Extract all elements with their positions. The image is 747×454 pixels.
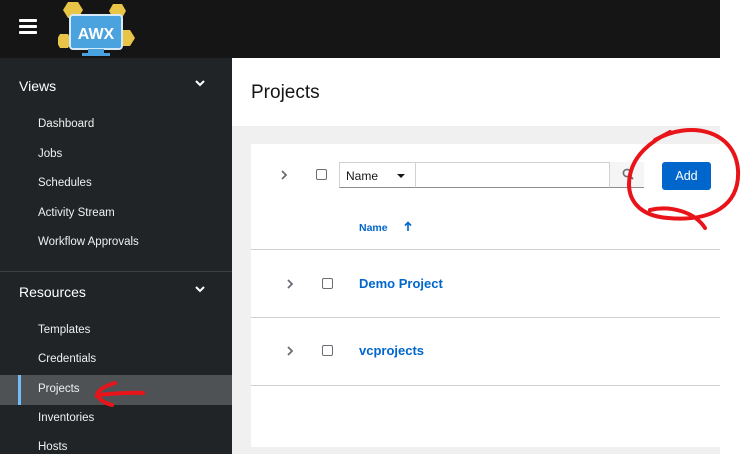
row-select-checkbox[interactable] (322, 278, 333, 289)
sidebar-nav: Views Dashboard Jobs Schedules Activity … (0, 58, 232, 454)
sidebar-item-label: Jobs (38, 148, 63, 160)
select-all-checkbox[interactable] (316, 169, 327, 180)
search-icon (622, 168, 634, 180)
sidebar-item-label: Credentials (38, 353, 97, 365)
search-input[interactable] (416, 162, 610, 188)
chevron-down-icon (195, 286, 205, 293)
sidebar-item-label: Inventories (38, 412, 95, 424)
masthead: AWX (0, 0, 720, 58)
sidebar-item-schedules[interactable]: Schedules (0, 169, 232, 199)
table-row: vcprojects (251, 318, 720, 385)
sidebar-item-label: Hosts (38, 441, 68, 453)
awx-logo[interactable]: AWX (56, 0, 140, 58)
table-row: Demo Project (251, 250, 720, 317)
search-button[interactable] (610, 162, 644, 188)
nav-group-views-label: Views (19, 78, 57, 94)
sidebar-item-inventories[interactable]: Inventories (0, 404, 232, 434)
main-content: Projects Name Add Name Demo Project vcpr… (232, 58, 720, 454)
sort-ascending-icon[interactable] (404, 221, 412, 232)
sidebar-item-templates[interactable]: Templates (0, 316, 232, 346)
row-select-checkbox[interactable] (322, 345, 333, 356)
caret-down-icon (397, 174, 405, 178)
expand-row-icon[interactable] (286, 346, 294, 356)
sidebar-item-label: Projects (38, 383, 80, 395)
column-header-name[interactable]: Name (359, 222, 388, 234)
project-name-link[interactable]: vcprojects (359, 343, 424, 358)
sidebar-item-label: Workflow Approvals (38, 236, 139, 248)
sidebar-item-credentials[interactable]: Credentials (0, 345, 232, 375)
sidebar-item-label: Activity Stream (38, 207, 115, 219)
sidebar-item-dashboard[interactable]: Dashboard (0, 110, 232, 140)
sidebar-item-label: Templates (38, 324, 91, 336)
filter-key-select[interactable]: Name (339, 162, 416, 188)
logo-text: AWX (78, 26, 115, 43)
chevron-down-icon (195, 80, 205, 87)
page-title: Projects (251, 82, 320, 103)
add-button[interactable]: Add (662, 162, 711, 190)
nav-group-resources[interactable]: Resources (0, 264, 232, 320)
project-name-link[interactable]: Demo Project (359, 276, 443, 291)
nav-group-views[interactable]: Views (0, 58, 232, 114)
sidebar-item-projects[interactable]: Projects (0, 375, 232, 405)
menu-toggle-icon[interactable] (19, 19, 37, 35)
sidebar-item-hosts[interactable]: Hosts (0, 433, 232, 454)
sidebar-item-label: Schedules (38, 177, 92, 189)
projects-list-card: Name Add Name Demo Project vcprojects (251, 144, 720, 447)
sidebar-item-activity-stream[interactable]: Activity Stream (0, 199, 232, 229)
sidebar-item-label: Dashboard (38, 118, 95, 130)
page-header: Projects (232, 58, 720, 126)
nav-group-resources-label: Resources (19, 284, 86, 300)
add-button-label: Add (675, 169, 698, 183)
sidebar-item-jobs[interactable]: Jobs (0, 140, 232, 170)
sidebar-item-workflow-approvals[interactable]: Workflow Approvals (0, 228, 232, 258)
expand-all-icon[interactable] (280, 170, 288, 180)
row-divider (251, 385, 720, 386)
filter-key-value: Name (346, 169, 379, 183)
expand-row-icon[interactable] (286, 279, 294, 289)
